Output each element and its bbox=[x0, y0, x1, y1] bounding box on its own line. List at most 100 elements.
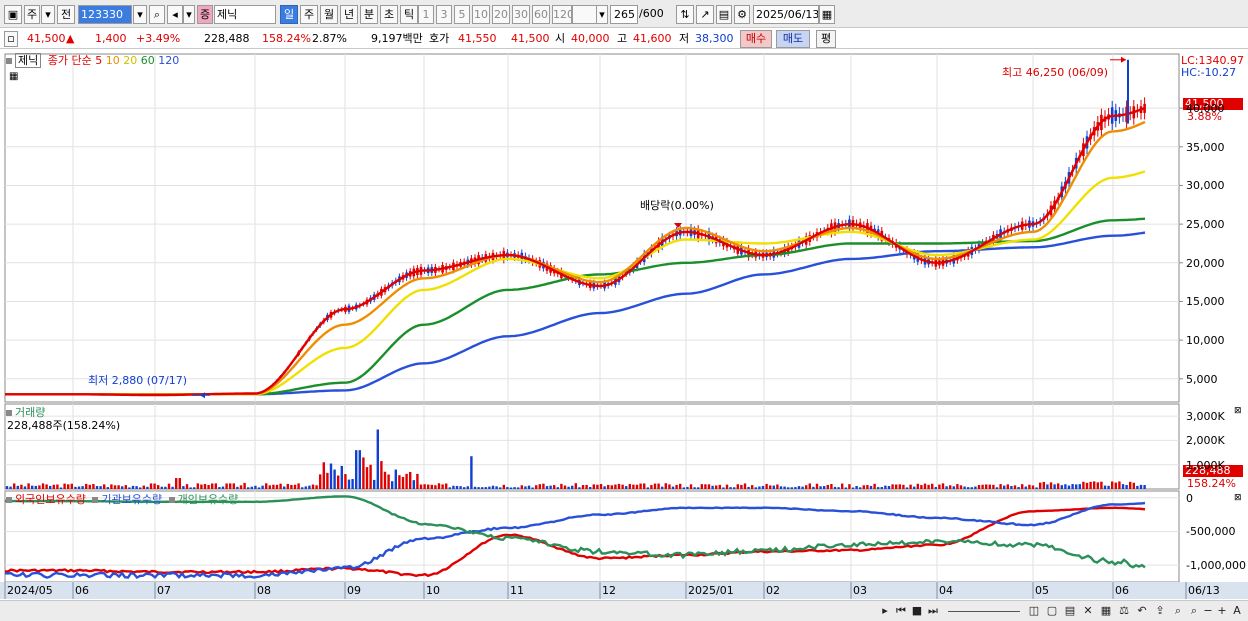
volume-bar bbox=[715, 485, 718, 489]
volume-bar bbox=[214, 483, 217, 489]
market-dropdown-icon[interactable]: ▾ bbox=[41, 5, 55, 24]
date-text: 2025/06/13 bbox=[756, 8, 819, 21]
legend-ma20: 20 bbox=[123, 54, 138, 67]
volume-bar bbox=[445, 483, 448, 489]
volume-bar bbox=[686, 486, 689, 489]
volume-bar bbox=[38, 485, 41, 489]
volume-bar bbox=[1085, 482, 1089, 489]
volume-bar bbox=[787, 487, 790, 489]
export-icon[interactable]: ⇪ bbox=[1152, 604, 1168, 618]
indicator-icon[interactable]: ⇅ bbox=[676, 5, 694, 24]
period-button[interactable]: 년 bbox=[340, 5, 358, 24]
rewind-icon[interactable]: ⏮ bbox=[894, 604, 908, 618]
stock-code-input[interactable]: 123330 bbox=[78, 5, 132, 24]
up-arrow-icon: ▲ bbox=[66, 32, 75, 45]
period-button[interactable]: 틱 bbox=[400, 5, 418, 24]
interval-button[interactable]: 5 bbox=[454, 5, 470, 24]
speaker-icon[interactable]: ◂ bbox=[167, 5, 183, 24]
volume-bar bbox=[1013, 485, 1017, 489]
quote-toggle-icon[interactable]: ▫ bbox=[4, 31, 18, 47]
volume-bar bbox=[909, 484, 912, 489]
gear-icon[interactable]: ⚙ bbox=[734, 5, 750, 24]
eval-button[interactable]: 평 bbox=[816, 30, 836, 48]
price-y-tick-label: 25,000 bbox=[1186, 218, 1225, 232]
hc-label: HC:-10.27 bbox=[1181, 66, 1237, 79]
volume-bar bbox=[243, 482, 246, 489]
speaker-dropdown-icon[interactable]: ▾ bbox=[183, 5, 195, 24]
interval-button[interactable]: 60 bbox=[532, 5, 550, 24]
market-type-select[interactable]: 주 bbox=[24, 5, 40, 24]
zoom-slider[interactable] bbox=[948, 604, 1020, 618]
calendar-icon[interactable]: ▦ bbox=[819, 5, 835, 24]
buy-label: 매수 bbox=[745, 32, 767, 45]
chart-canvas[interactable] bbox=[0, 50, 1248, 600]
draw-tool-icon[interactable]: ↗ bbox=[696, 5, 714, 24]
volume-bar bbox=[1139, 484, 1143, 489]
date-input[interactable]: 2025/06/13 bbox=[753, 5, 819, 24]
interval-button[interactable]: 30 bbox=[512, 5, 530, 24]
count-input[interactable]: 265 bbox=[610, 5, 638, 24]
volume-toggle-icon[interactable] bbox=[6, 410, 12, 416]
volume-bar bbox=[1103, 485, 1107, 489]
volume-bar bbox=[736, 484, 739, 489]
holdings-toggle-icon[interactable] bbox=[6, 497, 12, 503]
layout-icon[interactable]: ▣ bbox=[4, 5, 22, 24]
volume-bar bbox=[419, 484, 423, 489]
search-icon[interactable]: ⌕ bbox=[149, 5, 165, 24]
search-icon[interactable]: ⌕ bbox=[1188, 604, 1200, 618]
period-button[interactable]: 일 bbox=[280, 5, 298, 24]
bid-price: 41,500 bbox=[511, 32, 550, 45]
font-size-icon[interactable]: A bbox=[1230, 604, 1244, 618]
volume-bar bbox=[1039, 482, 1042, 489]
sell-button[interactable]: 매도 bbox=[776, 30, 810, 48]
print-icon[interactable]: ▤ bbox=[1062, 604, 1078, 618]
zoom-out-icon[interactable]: − bbox=[1202, 604, 1214, 618]
volume-bar bbox=[1107, 485, 1110, 489]
stock-name-field[interactable]: 제닉 bbox=[214, 5, 276, 24]
save-icon[interactable]: ▤ bbox=[716, 5, 732, 24]
period-button[interactable]: 월 bbox=[320, 5, 338, 24]
volume-bar bbox=[779, 486, 783, 489]
compare-icon[interactable]: ⚖ bbox=[1116, 604, 1132, 618]
volume-bar bbox=[743, 483, 747, 489]
volume-bar bbox=[826, 484, 829, 489]
legend-toggle-icon[interactable] bbox=[6, 58, 12, 64]
period-button[interactable]: 분 bbox=[360, 5, 378, 24]
screenshot-icon[interactable]: ◫ bbox=[1026, 604, 1042, 618]
count-dropdown-icon[interactable]: ▾ bbox=[596, 5, 608, 24]
grid-icon[interactable]: ▦ bbox=[1098, 604, 1114, 618]
volume-bar bbox=[484, 487, 487, 489]
volume-y-tick-label: 1,000K bbox=[1186, 458, 1225, 472]
volume-bar bbox=[459, 486, 462, 489]
copy-icon[interactable]: ▢ bbox=[1044, 604, 1060, 618]
scroll-right-icon[interactable]: ▸ bbox=[878, 604, 892, 618]
interval-button[interactable]: 20 bbox=[492, 5, 510, 24]
volume-panel-frame bbox=[4, 403, 1180, 490]
table-icon[interactable]: ▦ bbox=[9, 70, 18, 83]
crosshair-icon[interactable]: ✕ bbox=[1080, 604, 1096, 618]
price-y-tick-label: 10,000 bbox=[1186, 334, 1225, 348]
volume-bar bbox=[466, 486, 469, 489]
period-button[interactable]: 주 bbox=[300, 5, 318, 24]
interval-button[interactable]: 120 bbox=[552, 5, 572, 24]
interval-button[interactable]: 10 bbox=[472, 5, 490, 24]
prev-button[interactable]: 전 bbox=[57, 5, 75, 24]
interval-button[interactable]: 3 bbox=[436, 5, 452, 24]
volume-bar bbox=[373, 479, 376, 489]
close-icon[interactable]: ⊠ bbox=[1234, 492, 1242, 505]
period-button[interactable]: 초 bbox=[380, 5, 398, 24]
volume-bar bbox=[513, 487, 516, 489]
interval-button[interactable]: 1 bbox=[418, 5, 434, 24]
volume-bar bbox=[67, 484, 70, 489]
code-dropdown-icon[interactable]: ▾ bbox=[133, 5, 147, 24]
volume-bar bbox=[1129, 481, 1132, 489]
magnifier-icon[interactable]: ⌕ bbox=[1170, 604, 1186, 618]
x-tick-label: 08 bbox=[257, 584, 271, 597]
undo-icon[interactable]: ↶ bbox=[1134, 604, 1150, 618]
close-icon[interactable]: ⊠ bbox=[1234, 405, 1242, 418]
zoom-in-icon[interactable]: + bbox=[1216, 604, 1228, 618]
forward-icon[interactable]: ⏭ bbox=[926, 604, 940, 618]
stop-icon[interactable]: ■ bbox=[910, 604, 924, 618]
buy-button[interactable]: 매수 bbox=[740, 30, 772, 48]
x-tick-label: 06/13 bbox=[1188, 584, 1220, 597]
